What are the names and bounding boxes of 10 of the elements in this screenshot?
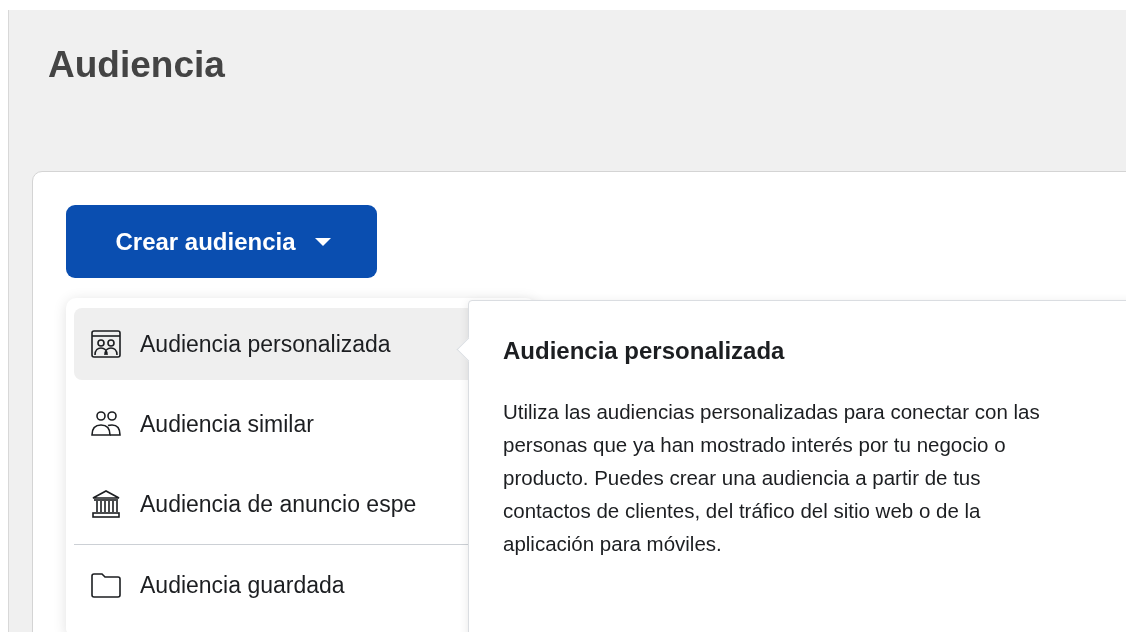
tooltip-text: Utiliza las audiencias personalizadas para conectar con las personas que ya han mostrado interés por tu negocio o producto. Puedes crear una audiencia a partir de tus contactos de clientes, del tráfico del sitio web o de la aplicación para móviles. xyxy=(503,399,1041,557)
menu-item-label: Audiencia personalizada xyxy=(140,330,391,358)
menu-item-label: Audiencia de anuncio espe xyxy=(140,490,417,518)
caret-icon xyxy=(313,236,332,247)
create-audience-button[interactable]: Crear audiencia xyxy=(66,205,377,278)
bank-building-icon xyxy=(90,488,122,520)
menu-item-label: Audiencia guardada xyxy=(140,571,345,599)
menu-item-label: Audiencia similar xyxy=(140,410,314,438)
page-title: Audiencia xyxy=(48,44,225,86)
audience-card-icon xyxy=(90,328,122,360)
